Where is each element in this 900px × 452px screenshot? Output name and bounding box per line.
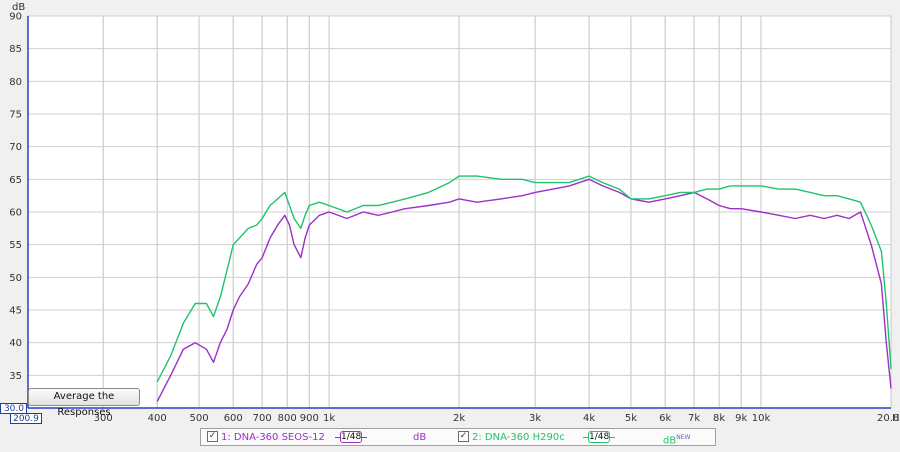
x-tick-label: 800 [278,413,297,424]
x-tick-label: 5k [625,413,637,424]
y-tick-label: 35 [9,371,22,382]
series-1-label: 1: DNA-360 SEOS-12 [221,432,325,443]
x-tick-label: 3k [529,413,541,424]
x-tick-label: 500 [189,413,208,424]
x-axis-label: Hz [892,413,900,424]
y-tick-label: 55 [9,240,22,251]
x-tick-label: 9k [735,413,747,424]
x-tick-label: 400 [148,413,167,424]
series-2-smoothing-selector[interactable]: 1/48 [588,431,610,443]
x-tick-label: 10k [752,413,771,424]
x-axis-min-field[interactable]: 200.9 [10,413,42,424]
series-2-unit-text: dB [663,435,677,447]
x-tick-label: 700 [253,413,272,424]
series-1-smoothing-selector[interactable]: 1/48 [340,431,362,443]
y-tick-label: 65 [9,175,22,186]
y-axis-label: dB [12,2,25,13]
y-axis-tick-labels: 35 40 45 50 55 60 65 70 75 80 85 90 [9,12,22,382]
new-badge: NEW [676,434,691,441]
x-tick-label: 4k [583,413,595,424]
frequency-response-chart: 354045505560657075808590 300400500600700… [9,2,900,424]
x-axis-tick-labels: 3004005006007008009001k2k3k4k5k6k7k8k9k1… [94,413,900,424]
legend-bar: ✓ 1: DNA-360 SEOS-12 1/48 dB ✓ 2: DNA-36… [200,428,716,446]
series-2-checkbox[interactable]: ✓ [458,431,469,442]
rew-graph-window: 354045505560657075808590 300400500600700… [0,0,900,452]
x-tick-label: 1k [323,413,335,424]
y-tick-label: 40 [9,338,22,349]
y-tick-label: 45 [9,306,22,317]
y-tick-label: 80 [9,77,22,88]
y-tick-label: 60 [9,208,22,219]
y-tick-label: 75 [9,110,22,121]
y-tick-label: 70 [9,142,22,153]
x-tick-label: 600 [224,413,243,424]
series-2-unit: dBNEW [663,431,691,447]
x-tick-label: 900 [300,413,319,424]
average-responses-button[interactable]: Average the Responses [28,388,140,418]
x-tick-label: 6k [659,413,671,424]
x-tick-label: 8k [713,413,725,424]
series-2-label: 2: DNA-360 H290c [472,432,565,443]
y-tick-label: 50 [9,273,22,284]
x-tick-label: 7k [688,413,700,424]
y-tick-label: 85 [9,44,22,55]
x-tick-label: 2k [453,413,465,424]
y-tick-label: 90 [9,12,22,23]
series-1-unit: dB [413,432,427,443]
series-1-checkbox[interactable]: ✓ [207,431,218,442]
